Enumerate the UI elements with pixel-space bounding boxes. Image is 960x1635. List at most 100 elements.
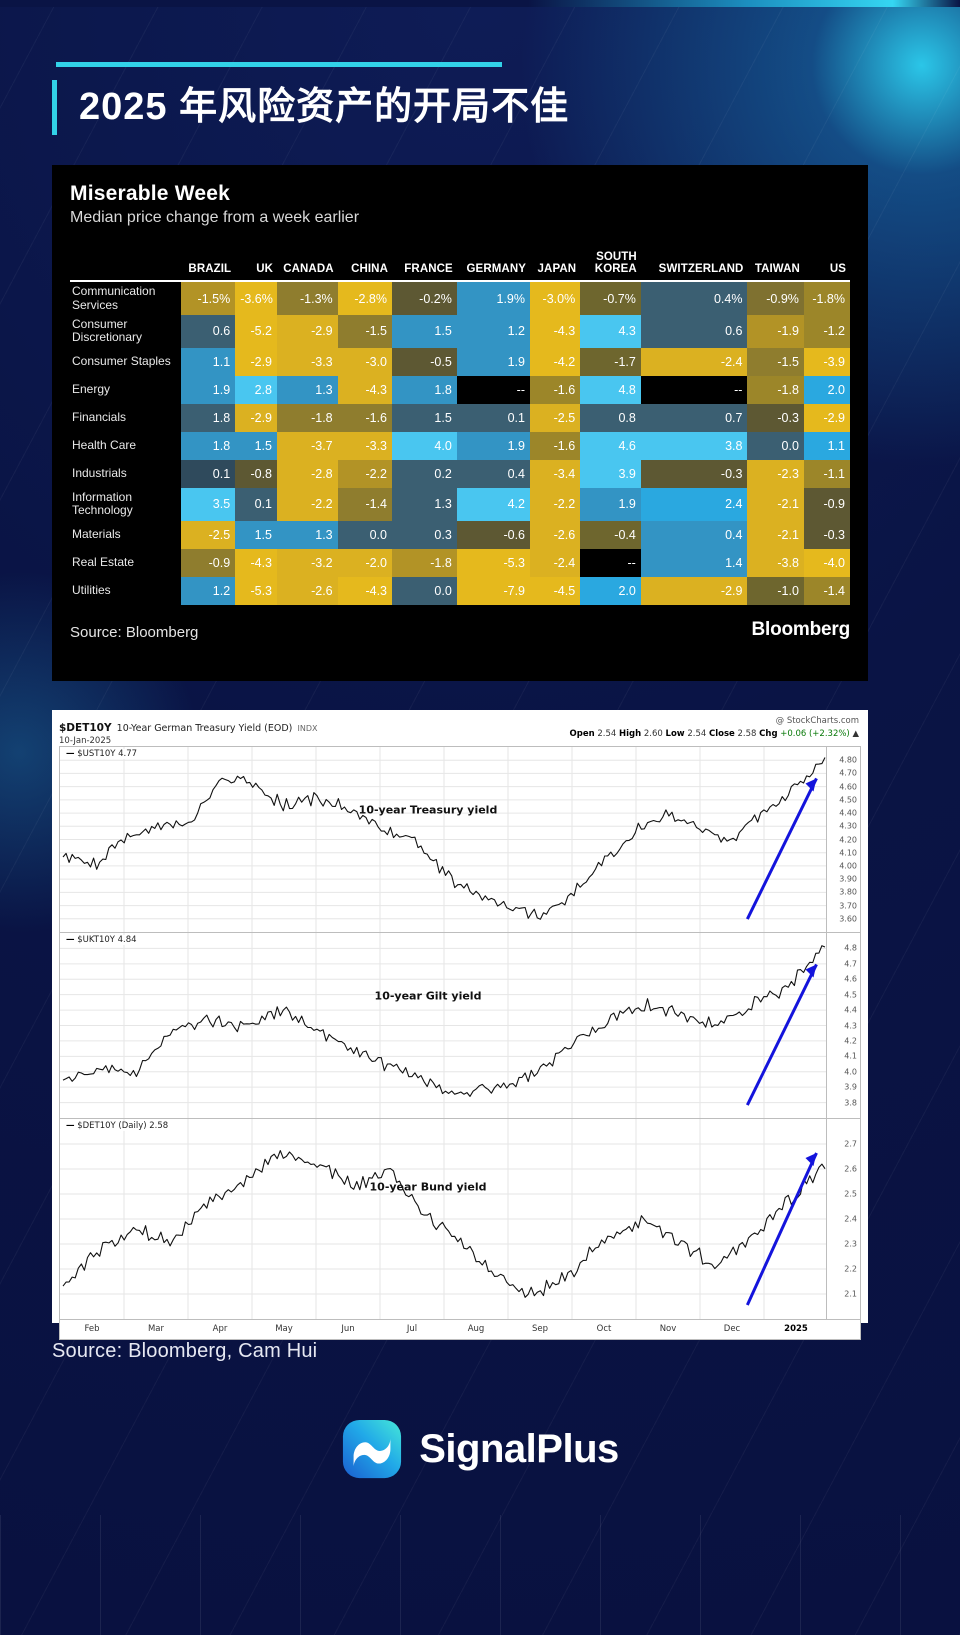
brand-footer: SignalPlus [0,1418,960,1480]
heatmap-cell: 0.0 [392,576,457,605]
x-axis-tick-label: Jun [341,1324,355,1334]
table-row: Real Estate -0.9 -4.3 -3.2 -2.0 -1.8 -5.3 -2.4-… [70,548,850,577]
heatmap-corner-cell [70,251,181,283]
heatmap-cell: -2.4 [640,347,748,376]
heatmap-cell: -3.2 [277,548,338,577]
heatmap-cell: -1.0 [747,576,804,605]
heatmap-cell: 4.8 [580,375,641,404]
heatmap-cell: 3.8 [640,431,748,460]
heatmap-table: BRAZIL UK CANADA CHINA FRANCE GERMANY JAPAN SOU… [70,251,850,605]
source-note: Source: Bloomberg, Cam Hui [52,1340,318,1362]
y-axis-tick-label: 2.1 [844,1289,857,1299]
header-accent-bar [52,80,57,136]
header-title-row: 2025 年风险资产的开局不佳 [52,80,577,136]
heatmap-cell: -2.5 [530,403,581,432]
heatmap-cell: 1.1 [180,347,236,376]
heatmap-cell: 0.4% [640,281,748,315]
heatmap-row-label: Information Technology [70,487,181,521]
table-row: Information Technology 3.5 0.1 -2.2 -1.4 1.3 4… [70,487,850,521]
background-bottom-grid [0,1515,960,1635]
x-axis-tick-label: Feb [84,1324,100,1334]
heatmap-cell: -1.5 [747,347,804,376]
chart-plot-area: — $DET10Y (Daily) 2.58 10-year Bund yield… [60,1119,860,1319]
heatmap-cell: -3.0% [530,281,581,315]
chart-panel-title: 10-year Bund yield [369,1180,487,1194]
table-row: Industrials 0.1 -0.8 -2.8 -2.2 0.2 0.4 -3.4 3.9-… [70,459,850,488]
heatmap-column-header: US [803,251,850,283]
heatmap-row-label: Utilities [70,576,181,605]
y-axis-tick-label: 4.6 [844,974,857,984]
heatmap-cell: 2.8 [235,375,277,404]
stockcharts-brand: @ StockCharts.com [775,716,859,726]
bloomberg-heatmap-card: Miserable Week Median price change from … [52,165,868,681]
heatmap-column-header: CANADA [277,251,338,283]
heatmap-cell: -- [456,375,530,404]
heatmap-cell: 4.3 [580,315,641,348]
heatmap-cell: -0.8 [235,459,277,488]
x-axis-tick-label: Nov [659,1324,677,1334]
chart-panel: — $UKT10Y 4.84 10-year Gilt yield 4.8 4.7 4.… [59,932,861,1118]
x-axis-tick-label: May [275,1324,293,1334]
heatmap-cell: -4.2 [530,347,581,376]
heatmap-column-header: TAIWAN [747,251,804,283]
x-axis-tick-label: Mar [147,1324,165,1334]
heatmap-cell: -1.7 [580,347,641,376]
y-axis-tick-label: 4.60 [839,782,857,792]
heatmap-cell: -2.9 [235,403,277,432]
heatmap-cell: 0.4 [640,520,748,549]
heatmap-cell: -1.5% [180,281,236,315]
heatmap-cell: 1.5 [392,315,457,348]
heatmap-cell: 0.1 [235,487,277,521]
heatmap-column-header: UK [235,251,277,283]
chart-x-axis: Feb Mar Apr May Jun Jul Aug Sep Oct Nov Dec 2025 [59,1320,861,1340]
page-title: 2025 年风险资产的开局不佳 [79,86,570,128]
y-axis-tick-label: 3.80 [839,887,857,897]
y-axis-tick-label: 4.2 [844,1036,857,1046]
heatmap-cell: -4.3 [530,315,581,348]
heatmap-row-label: Materials [70,520,181,549]
table-row: Consumer Discretionary 0.6 -5.2 -2.9 -1.5 1.5… [70,315,850,348]
heatmap-cell: -3.3 [337,431,392,460]
heatmap-cell: -1.5 [337,315,392,348]
chart-index-tag: INDX [297,724,318,733]
y-axis-tick-label: 3.60 [839,914,857,924]
heatmap-cell: -2.4 [530,548,581,577]
heatmap-cell: -3.6% [235,281,277,315]
stockcharts-card: $DET10Y 10-Year German Treasury Yield (E… [52,710,868,1340]
x-axis-tick-label: Sep [531,1324,549,1334]
chart-panel-title: 10-year Treasury yield [358,803,498,817]
heatmap-column-header: SOUTH KOREA [580,251,641,283]
heatmap-cell: -2.3 [747,459,804,488]
y-axis-tick-label: 4.1 [844,1051,857,1061]
y-axis-tick-label: 4.0 [844,1067,857,1077]
heatmap-cell: 1.3 [277,375,338,404]
heatmap-cell: -3.7 [277,431,338,460]
heatmap-cell: 1.2 [456,315,530,348]
y-axis-tick-label: 4.80 [839,755,857,765]
heatmap-cell: -2.5 [180,520,236,549]
y-axis-tick-label: 3.90 [839,874,857,884]
heatmap-cell: -2.9 [235,347,277,376]
y-axis-tick-label: 2.7 [844,1139,857,1149]
heatmap-column-header: JAPAN [530,251,581,283]
heatmap-cell: -3.0 [337,347,392,376]
chart-y-axis: 4.80 4.70 4.60 4.50 4.40 4.30 4.20 4.10 4.00 3.90… [826,747,860,932]
heatmap-cell: 0.7 [640,403,748,432]
heatmap-cell: -2.8% [337,281,392,315]
heatmap-cell: -0.2% [392,281,457,315]
heatmap-cell: -0.5 [392,347,457,376]
heatmap-row-label: Industrials [70,459,181,488]
heatmap-cell: -4.3 [337,576,392,605]
heatmap-cell: -2.8 [277,459,338,488]
chart-description: 10-Year German Treasury Yield (EOD) [116,723,293,734]
heatmap-row-label: Real Estate [70,548,181,577]
table-row: Materials -2.5 1.5 1.3 0.0 0.3 -0.6 -2.6 -0.4 0.4… [70,520,850,549]
heatmap-cell: -2.9 [640,576,748,605]
heatmap-cell: -0.4 [580,520,641,549]
bloomberg-logo: Bloomberg [751,618,851,640]
heatmap-cell: 1.2 [180,576,236,605]
heatmap-cell: -2.6 [277,576,338,605]
heatmap-cell: -2.0 [337,548,392,577]
heatmap-column-header: FRANCE [392,251,457,283]
heatmap-cell: -- [580,548,641,577]
